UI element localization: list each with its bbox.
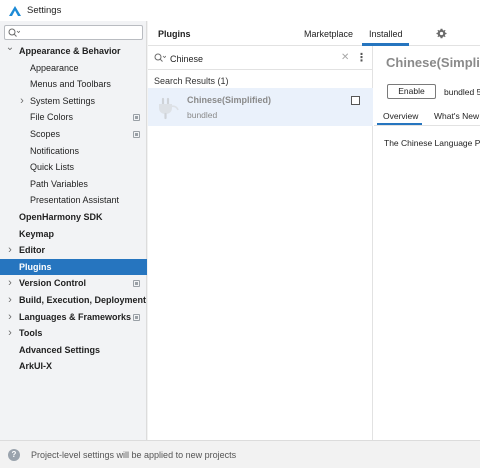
plugin-enable-checkbox[interactable]	[351, 96, 360, 105]
settings-sidebar: ⌄ Appearance & Behavior Appearance Menus an…	[0, 21, 147, 440]
project-settings-icon	[133, 130, 140, 138]
plugin-bundled-text: bundled 5	[444, 87, 480, 97]
settings-search-input[interactable]	[4, 25, 143, 40]
sidebar-item-keymap[interactable]: Keymap	[0, 226, 147, 243]
tab-installed[interactable]: Installed	[369, 29, 403, 39]
plugin-icon	[159, 97, 179, 120]
sidebar-item-appearance[interactable]: Appearance	[0, 60, 147, 77]
clear-icon[interactable]: ✕	[341, 52, 349, 63]
sidebar-item-tools[interactable]: › Tools	[0, 325, 147, 342]
app-logo-icon	[9, 5, 21, 16]
sidebar-item-label: Appearance & Behavior	[19, 46, 121, 56]
plugin-name: Chinese(Simplified)	[187, 95, 272, 105]
plugins-header: Plugins Marketplace Installed	[148, 21, 480, 46]
sidebar-item-label: Languages & Frameworks	[19, 311, 132, 322]
chevron-right-icon[interactable]: ›	[5, 325, 15, 342]
sidebar-item-label: Plugins	[19, 261, 52, 272]
search-icon	[154, 53, 166, 62]
status-bar: ? Project-level settings will be applied…	[0, 440, 480, 468]
gear-icon[interactable]	[436, 28, 447, 39]
plugins-panel: Plugins Marketplace Installed Chinese ✕ …	[148, 21, 480, 440]
sidebar-item-system-settings[interactable]: › System Settings	[0, 93, 147, 110]
chevron-down-icon[interactable]: ⌄	[5, 40, 15, 57]
sidebar-item-version-control[interactable]: › Version Control	[0, 275, 147, 292]
plugin-search-query: Chinese	[170, 54, 204, 64]
sidebar-item-openharmony-sdk[interactable]: OpenHarmony SDK	[0, 209, 147, 226]
sidebar-item-label: Editor	[19, 245, 45, 256]
status-message: Project-level settings will be applied t…	[31, 450, 237, 460]
sidebar-item-arkui-x[interactable]: ArkUI-X	[0, 358, 147, 375]
sidebar-item-editor[interactable]: › Editor	[0, 242, 147, 259]
sidebar-item-file-colors[interactable]: File Colors	[0, 109, 147, 126]
chevron-right-icon[interactable]: ›	[5, 292, 15, 309]
tab-marketplace[interactable]: Marketplace	[304, 29, 353, 39]
title-bar: Settings	[0, 0, 480, 21]
help-icon[interactable]: ?	[8, 449, 20, 461]
more-options-icon[interactable]: ⋮	[356, 51, 367, 64]
project-settings-icon	[133, 280, 140, 288]
settings-tree: ⌄ Appearance & Behavior Appearance Menus an…	[0, 40, 147, 375]
sidebar-item-label: Scopes	[30, 128, 61, 139]
window-title: Settings	[27, 5, 62, 16]
sidebar-item-appearance-behavior[interactable]: ⌄ Appearance & Behavior	[0, 40, 147, 60]
chevron-right-icon[interactable]: ›	[5, 275, 15, 292]
sidebar-item-label: ArkUI-X	[19, 361, 53, 372]
plugin-list-pane: Chinese ✕ ⋮ Search Results (1) Chinese(S…	[148, 46, 373, 440]
sidebar-item-build-execution-deployment[interactable]: › Build, Execution, Deployment	[0, 292, 147, 309]
sidebar-item-label: Notifications	[30, 145, 80, 156]
search-results-label: Search Results (1)	[154, 76, 229, 86]
sidebar-item-label: Version Control	[19, 278, 87, 289]
sidebar-item-presentation-assistant[interactable]: Presentation Assistant	[0, 192, 147, 209]
plugin-detail-pane: Chinese(Simplified) Enable bundled 5 Ove…	[374, 46, 480, 440]
sidebar-item-label: Keymap	[19, 228, 55, 239]
project-settings-icon	[133, 114, 140, 122]
plugin-list-item[interactable]: Chinese(Simplified) bundled	[148, 88, 373, 126]
sidebar-item-label: OpenHarmony SDK	[19, 211, 103, 222]
sidebar-item-plugins[interactable]: Plugins	[0, 258, 147, 276]
sidebar-item-label: Presentation Assistant	[30, 195, 120, 206]
plugin-search-input[interactable]: Chinese ✕ ⋮	[148, 46, 373, 70]
sidebar-item-languages-frameworks[interactable]: › Languages & Frameworks	[0, 309, 147, 326]
sidebar-item-label: Menus and Toolbars	[30, 79, 111, 90]
plugins-title: Plugins	[158, 29, 191, 39]
sidebar-item-path-variables[interactable]: Path Variables	[0, 176, 147, 193]
plugin-description: The Chinese Language Pack	[384, 138, 480, 148]
chevron-right-icon[interactable]: ›	[17, 93, 27, 110]
plugin-tag: bundled	[187, 110, 218, 120]
plugin-detail-title: Chinese(Simplified)	[386, 55, 480, 70]
project-settings-icon	[133, 313, 140, 321]
sidebar-item-label: Build, Execution, Deployment	[19, 294, 147, 305]
tab-whats-new[interactable]: What's New	[434, 111, 479, 121]
sidebar-item-advanced-settings[interactable]: Advanced Settings	[0, 342, 147, 359]
sidebar-item-label: Path Variables	[30, 178, 88, 189]
enable-button[interactable]: Enable	[387, 84, 436, 99]
sidebar-item-scopes[interactable]: Scopes	[0, 126, 147, 143]
sidebar-item-notifications[interactable]: Notifications	[0, 143, 147, 160]
sidebar-item-label: Quick Lists	[30, 162, 75, 173]
chevron-right-icon[interactable]: ›	[5, 242, 15, 259]
sidebar-item-quick-lists[interactable]: Quick Lists	[0, 159, 147, 176]
sidebar-item-label: Tools	[19, 328, 43, 339]
sidebar-item-label: Appearance	[30, 62, 79, 73]
sidebar-item-menus-and-toolbars[interactable]: Menus and Toolbars	[0, 76, 147, 93]
chevron-right-icon[interactable]: ›	[5, 309, 15, 326]
search-icon	[8, 28, 20, 37]
sidebar-item-label: Advanced Settings	[19, 344, 101, 355]
detail-tabs-divider	[374, 125, 480, 126]
sidebar-item-label: System Settings	[30, 95, 96, 106]
sidebar-item-label: File Colors	[30, 112, 74, 123]
tab-overview[interactable]: Overview	[383, 111, 418, 121]
